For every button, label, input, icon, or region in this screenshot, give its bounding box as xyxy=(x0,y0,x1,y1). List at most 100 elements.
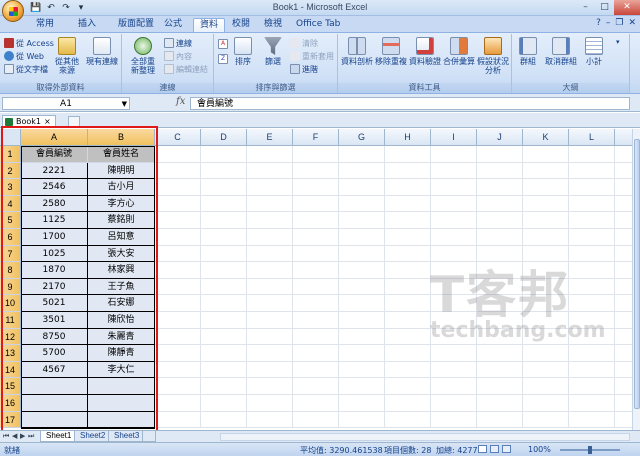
data-validation-button[interactable]: 資料驗證 xyxy=(408,37,442,66)
cell-i6[interactable] xyxy=(431,229,477,246)
cell-a17[interactable] xyxy=(21,411,88,429)
cell-k17[interactable] xyxy=(523,411,569,429)
cell-h6[interactable] xyxy=(385,229,431,246)
cell-g5[interactable] xyxy=(339,212,385,229)
from-other-sources-button[interactable]: 從其他來源 xyxy=(54,37,80,75)
cell-f16[interactable] xyxy=(293,395,339,412)
cell-c1[interactable] xyxy=(155,146,201,163)
cell-k13[interactable] xyxy=(523,345,569,362)
cell-g10[interactable] xyxy=(339,295,385,312)
cell-f6[interactable] xyxy=(293,229,339,246)
cell-j15[interactable] xyxy=(477,378,523,395)
cell-l7[interactable] xyxy=(569,245,615,263)
cell-c9[interactable] xyxy=(155,278,201,296)
row-header-12[interactable]: 12 xyxy=(0,328,21,346)
page-break-view-icon[interactable] xyxy=(502,445,511,453)
cell-a16[interactable] xyxy=(21,395,88,412)
workbook-restore-icon[interactable]: ❐ xyxy=(615,18,623,28)
cell-m7[interactable] xyxy=(615,246,632,263)
select-all-corner[interactable] xyxy=(0,129,21,146)
cell-m9[interactable] xyxy=(615,279,632,296)
cell-g2[interactable] xyxy=(339,162,385,180)
cell-k12[interactable] xyxy=(523,328,569,346)
sort-az-button[interactable]: A xyxy=(218,39,228,49)
cell-c2[interactable] xyxy=(155,162,201,180)
cell-i8[interactable] xyxy=(431,262,477,279)
cell-d5[interactable] xyxy=(201,212,247,229)
zoom-slider[interactable] xyxy=(560,446,620,454)
tab-data[interactable]: 資料 xyxy=(193,18,226,32)
properties-button[interactable]: 內容 xyxy=(164,51,192,61)
cell-j8[interactable] xyxy=(477,262,523,279)
cell-e7[interactable] xyxy=(247,245,293,263)
cell-a2[interactable]: 2221 xyxy=(21,162,88,180)
cell-j4[interactable] xyxy=(477,195,523,213)
column-header-d[interactable]: D xyxy=(201,129,247,146)
cell-c15[interactable] xyxy=(155,378,201,395)
cell-h7[interactable] xyxy=(385,245,431,263)
cell-g7[interactable] xyxy=(339,245,385,263)
cell-m3[interactable] xyxy=(615,179,632,196)
from-text-button[interactable]: 從文字檔 xyxy=(4,64,48,74)
column-header-a[interactable]: A xyxy=(21,129,88,146)
cell-b12[interactable]: 朱麗青 xyxy=(88,328,155,346)
cell-g6[interactable] xyxy=(339,229,385,246)
sort-button[interactable]: 排序 xyxy=(232,37,254,66)
cell-j7[interactable] xyxy=(477,245,523,263)
cell-i17[interactable] xyxy=(431,411,477,429)
cell-a5[interactable]: 1125 xyxy=(21,212,88,229)
cell-g16[interactable] xyxy=(339,395,385,412)
cell-c13[interactable] xyxy=(155,345,201,362)
cell-h8[interactable] xyxy=(385,262,431,279)
column-header-f[interactable]: F xyxy=(293,129,339,146)
insert-function-icon[interactable]: fx xyxy=(176,96,185,107)
cell-a15[interactable] xyxy=(21,378,88,395)
formula-input[interactable]: 會員編號 xyxy=(190,97,630,110)
cell-h1[interactable] xyxy=(385,146,431,163)
cell-e17[interactable] xyxy=(247,411,293,429)
cell-i5[interactable] xyxy=(431,212,477,229)
column-header-l[interactable]: L xyxy=(569,129,615,146)
cell-c3[interactable] xyxy=(155,179,201,196)
cell-a3[interactable]: 2546 xyxy=(21,179,88,196)
column-header-h[interactable]: H xyxy=(385,129,431,146)
cell-k10[interactable] xyxy=(523,295,569,312)
cell-e15[interactable] xyxy=(247,378,293,395)
cell-l13[interactable] xyxy=(569,345,615,362)
row-header-4[interactable]: 4 xyxy=(0,195,21,213)
cell-d9[interactable] xyxy=(201,278,247,296)
cell-l11[interactable] xyxy=(569,312,615,329)
cell-d10[interactable] xyxy=(201,295,247,312)
cell-f12[interactable] xyxy=(293,328,339,346)
close-button[interactable]: ✕ xyxy=(614,0,640,15)
cell-c11[interactable] xyxy=(155,312,201,329)
cell-i11[interactable] xyxy=(431,312,477,329)
cell-e10[interactable] xyxy=(247,295,293,312)
cell-i4[interactable] xyxy=(431,195,477,213)
cell-g14[interactable] xyxy=(339,361,385,379)
cell-k5[interactable] xyxy=(523,212,569,229)
new-tab-button[interactable] xyxy=(68,116,80,127)
row-header-6[interactable]: 6 xyxy=(0,229,21,246)
cell-c4[interactable] xyxy=(155,195,201,213)
tab-page-layout[interactable]: 版面配置 xyxy=(112,18,160,32)
cell-l12[interactable] xyxy=(569,328,615,346)
row-header-10[interactable]: 10 xyxy=(0,295,21,312)
cell-g3[interactable] xyxy=(339,179,385,196)
cell-l8[interactable] xyxy=(569,262,615,279)
cell-c6[interactable] xyxy=(155,229,201,246)
cell-i12[interactable] xyxy=(431,328,477,346)
cell-d15[interactable] xyxy=(201,378,247,395)
row-header-16[interactable]: 16 xyxy=(0,395,21,412)
cell-a13[interactable]: 5700 xyxy=(21,345,88,362)
cell-i3[interactable] xyxy=(431,179,477,196)
what-if-analysis-button[interactable]: 假設狀況分析 xyxy=(476,37,510,75)
cell-c8[interactable] xyxy=(155,262,201,279)
cell-b11[interactable]: 陳欣怡 xyxy=(88,312,155,329)
cell-i7[interactable] xyxy=(431,245,477,263)
cell-a6[interactable]: 1700 xyxy=(21,229,88,246)
cell-b5[interactable]: 蔡銘則 xyxy=(88,212,155,229)
cell-b13[interactable]: 陳靜青 xyxy=(88,345,155,362)
cell-b1[interactable]: 會員姓名 xyxy=(88,146,155,163)
cell-m8[interactable] xyxy=(615,262,632,279)
